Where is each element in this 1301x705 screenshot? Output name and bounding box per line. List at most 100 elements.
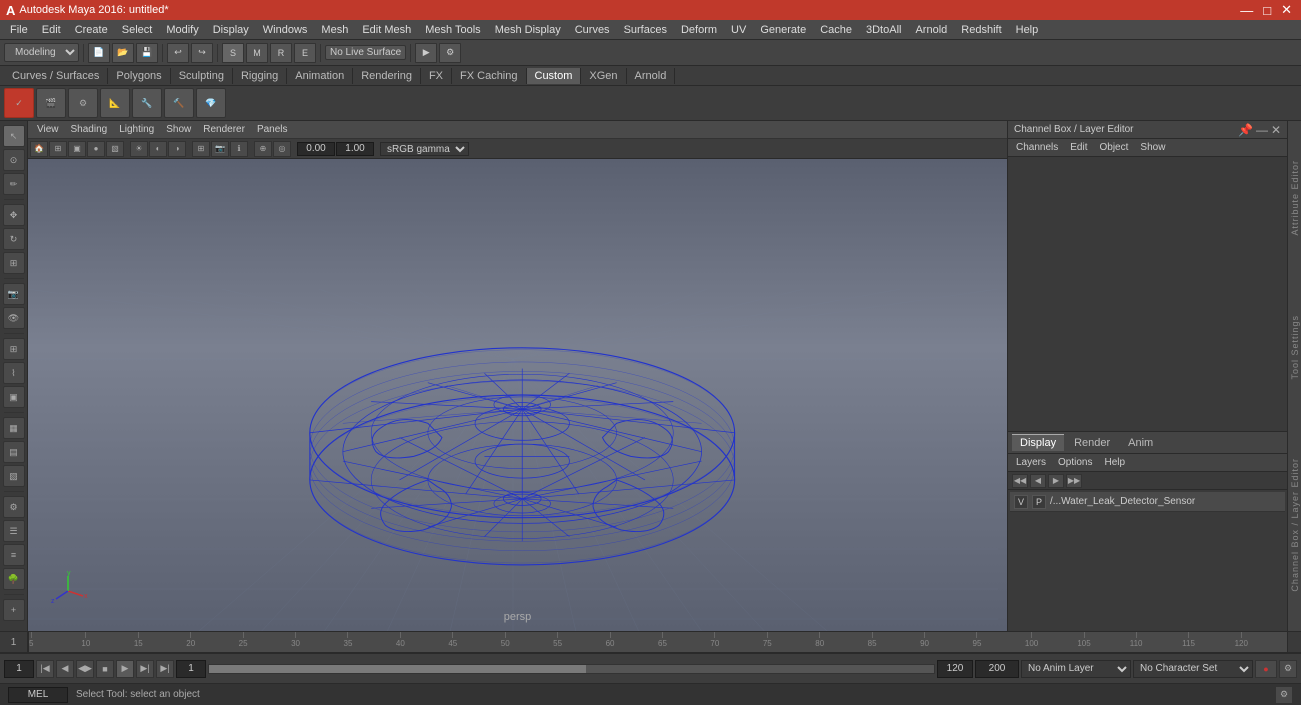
vp-isolate-btn[interactable]: ◎ [273, 141, 291, 157]
menu-select[interactable]: Select [116, 22, 159, 38]
layer-fwd-btn[interactable]: ▶ [1048, 474, 1064, 488]
vp-lights-btn[interactable]: ☀ [130, 141, 148, 157]
rp-menu-channels[interactable]: Channels [1012, 141, 1062, 154]
shelf-tab-custom[interactable]: Custom [527, 68, 582, 84]
shelf-tab-curves[interactable]: Curves / Surfaces [4, 68, 108, 84]
redo-btn[interactable]: ↪ [191, 43, 213, 63]
vp-ao-btn[interactable]: ◑ [168, 141, 186, 157]
shelf-icon-7[interactable]: 💎 [196, 88, 226, 118]
tool-settings-btn[interactable]: ⚙ [3, 496, 25, 518]
save-scene-btn[interactable]: 💾 [136, 43, 158, 63]
vp-xform-btn[interactable]: ⊕ [254, 141, 272, 157]
shelf-tab-animation[interactable]: Animation [287, 68, 353, 84]
vp-camera-btn[interactable]: 📷 [211, 141, 229, 157]
shelf-icon-6[interactable]: 🔨 [164, 88, 194, 118]
lasso-tool-btn[interactable]: ⊙ [3, 149, 25, 171]
live-surface-btn[interactable]: No Live Surface [325, 45, 406, 60]
shelf-icon-3[interactable]: ⚙ [68, 88, 98, 118]
menu-file[interactable]: File [4, 22, 34, 38]
select-tool-btn[interactable]: ↖ [3, 125, 25, 147]
viewport-canvas[interactable]: x y z persp [28, 159, 1007, 631]
auto-key-btn[interactable]: ● [1255, 660, 1277, 678]
tool-settings-tab[interactable]: Tool Settings [1290, 311, 1300, 384]
shelf-tab-fx[interactable]: FX [421, 68, 452, 84]
stop-btn[interactable]: ■ [96, 660, 114, 678]
title-bar-controls[interactable]: — □ ✕ [1237, 2, 1295, 18]
menu-surfaces[interactable]: Surfaces [618, 22, 673, 38]
vp-menu-shading[interactable]: Shading [66, 123, 113, 136]
menu-mesh[interactable]: Mesh [315, 22, 354, 38]
menu-windows[interactable]: Windows [257, 22, 314, 38]
vp-value2-input[interactable] [336, 142, 374, 156]
play-btn[interactable]: ▶ [116, 660, 134, 678]
scale-tool-btn[interactable]: ⊞ [3, 252, 25, 274]
layer-menu-layers[interactable]: Layers [1012, 456, 1050, 469]
next-frame-btn[interactable]: ▶| [136, 660, 154, 678]
vp-menu-show[interactable]: Show [161, 123, 196, 136]
menu-redshift[interactable]: Redshift [955, 22, 1007, 38]
menu-edit-mesh[interactable]: Edit Mesh [356, 22, 417, 38]
vp-hud-btn[interactable]: ℹ [230, 141, 248, 157]
render-region-btn[interactable]: ▦ [3, 417, 25, 439]
menu-deform[interactable]: Deform [675, 22, 723, 38]
vp-grid-btn[interactable]: ⊞ [192, 141, 210, 157]
layer-end-btn[interactable]: ▶▶ [1066, 474, 1082, 488]
anim-layer-dropdown[interactable]: No Anim Layer [1021, 660, 1131, 678]
menu-mesh-display[interactable]: Mesh Display [489, 22, 567, 38]
menu-mesh-tools[interactable]: Mesh Tools [419, 22, 486, 38]
menu-modify[interactable]: Modify [160, 22, 204, 38]
shelf-tab-arnold[interactable]: Arnold [627, 68, 676, 84]
menu-curves[interactable]: Curves [569, 22, 616, 38]
maximize-btn[interactable]: □ [1260, 3, 1274, 18]
rotate-tool-btn[interactable]: ↻ [3, 228, 25, 250]
range-end-input[interactable] [937, 660, 973, 678]
menu-display[interactable]: Display [207, 22, 255, 38]
vp-value1-input[interactable] [297, 142, 335, 156]
menu-3dtoall[interactable]: 3DtoAll [860, 22, 907, 38]
vp-frame-btn[interactable]: ⊞ [49, 141, 67, 157]
menu-generate[interactable]: Generate [754, 22, 812, 38]
go-start-btn[interactable]: |◀ [36, 660, 54, 678]
rp-menu-edit[interactable]: Edit [1066, 141, 1091, 154]
vp-textured-btn[interactable]: ▧ [106, 141, 124, 157]
keying-settings-btn[interactable]: ⚙ [1279, 660, 1297, 678]
layer-visibility-btn[interactable]: V [1014, 495, 1028, 509]
menu-help[interactable]: Help [1010, 22, 1045, 38]
snap-grid-btn[interactable]: ⊞ [3, 338, 25, 360]
vp-menu-view[interactable]: View [32, 123, 64, 136]
menu-arnold[interactable]: Arnold [909, 22, 953, 38]
layer-back-btn[interactable]: ◀ [1030, 474, 1046, 488]
render-options-btn[interactable]: ⚙ [439, 43, 461, 63]
outliner-btn[interactable]: 🌳 [3, 568, 25, 590]
script-mode-label[interactable]: MEL [8, 687, 68, 703]
minimize-btn[interactable]: — [1237, 3, 1256, 18]
channel-box-tab[interactable]: Channel Box / Layer Editor [1290, 454, 1300, 596]
timeline-range-bar[interactable] [208, 664, 935, 674]
shelf-icon-2[interactable]: 🎬 [36, 88, 66, 118]
range-start-input[interactable] [176, 660, 206, 678]
snap-curve-btn[interactable]: ⌇ [3, 362, 25, 384]
layer-playback-btn[interactable]: P [1032, 495, 1046, 509]
move-tool-btn[interactable]: ✥ [3, 204, 25, 226]
shelf-tab-rigging[interactable]: Rigging [233, 68, 287, 84]
shelf-tab-sculpting[interactable]: Sculpting [171, 68, 233, 84]
layer-tab-display[interactable]: Display [1012, 434, 1064, 451]
more-tools-btn[interactable]: + [3, 599, 25, 621]
open-scene-btn[interactable]: 📂 [112, 43, 134, 63]
playback-end-input[interactable] [975, 660, 1019, 678]
shelf-tab-fxcaching[interactable]: FX Caching [452, 68, 526, 84]
timeline-track[interactable]: 5101520253035404550556065707580859095100… [28, 632, 1287, 652]
vp-menu-renderer[interactable]: Renderer [198, 123, 250, 136]
vp-menu-lighting[interactable]: Lighting [114, 123, 159, 136]
rp-close-btn[interactable]: ✕ [1271, 123, 1281, 137]
select-mode-btn[interactable]: S [222, 43, 244, 63]
status-settings-btn[interactable]: ⚙ [1275, 686, 1293, 704]
vp-smooth-btn[interactable]: ● [87, 141, 105, 157]
render-options-btn[interactable]: ▧ [3, 465, 25, 487]
attr-editor-btn[interactable]: ≡ [3, 544, 25, 566]
shelf-tab-rendering[interactable]: Rendering [353, 68, 421, 84]
attr-editor-tab[interactable]: Attribute Editor [1290, 156, 1300, 240]
channel-box-btn[interactable]: ☰ [3, 520, 25, 542]
go-end-btn[interactable]: ▶| [156, 660, 174, 678]
layer-tab-anim[interactable]: Anim [1120, 435, 1161, 451]
